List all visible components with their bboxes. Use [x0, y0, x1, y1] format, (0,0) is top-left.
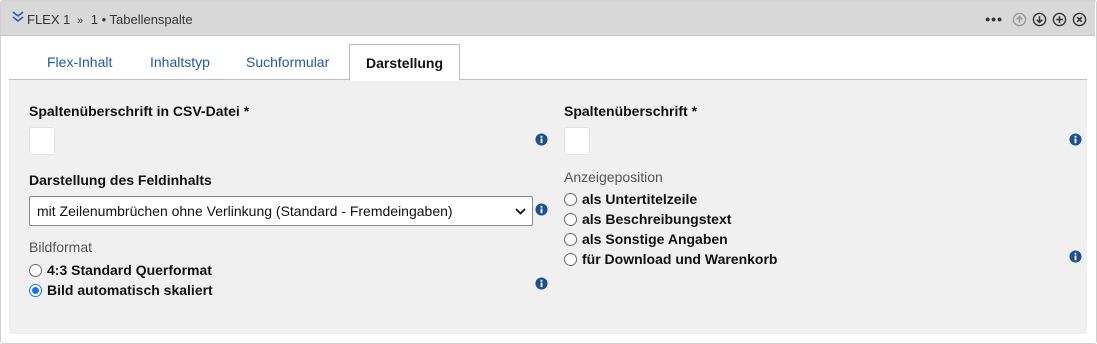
radio-button-checked[interactable]: [29, 283, 42, 297]
info-icon[interactable]: [1069, 133, 1082, 146]
radio-button[interactable]: [564, 192, 577, 206]
radio-button[interactable]: [564, 252, 577, 266]
radio-button[interactable]: [564, 212, 577, 226]
more-options-icon[interactable]: •••: [985, 12, 1003, 26]
display-label: Darstellung des Feldinhalts: [29, 172, 212, 188]
breadcrumb: FLEX 1 » 1 • Tabellenspalte: [27, 12, 193, 27]
radio-label: für Download und Warenkorb: [582, 251, 778, 267]
radio-label: als Untertitelzeile: [582, 191, 698, 207]
info-icon[interactable]: [535, 133, 548, 146]
image-format-option[interactable]: 4:3 Standard Querformat: [29, 261, 212, 279]
position-option[interactable]: als Sonstige Angaben: [564, 230, 728, 248]
display-select[interactable]: mit Zeilenumbrüchen ohne Verlinkung (Sta…: [29, 196, 533, 226]
move-down-icon[interactable]: [1032, 12, 1047, 27]
position-label: Anzeigeposition: [564, 169, 663, 185]
info-icon[interactable]: [535, 203, 548, 216]
info-icon[interactable]: [1069, 250, 1082, 263]
flex-subtitle: 1 • Tabellenspalte: [90, 12, 193, 27]
tab-inhaltstyp[interactable]: Inhaltstyp: [150, 44, 210, 80]
image-format-label: Bildformat: [29, 239, 93, 255]
position-option[interactable]: als Beschreibungstext: [564, 210, 731, 228]
header-actions: •••: [985, 11, 1087, 27]
radio-label: als Beschreibungstext: [582, 211, 732, 227]
radio-button[interactable]: [29, 263, 42, 277]
csv-heading-label: Spaltenüberschrift in CSV-Datei *: [29, 103, 250, 119]
display-select-value: mit Zeilenumbrüchen ohne Verlinkung (Sta…: [37, 203, 453, 219]
tab-bar: Flex-Inhalt Inhaltstyp Suchformular Dars…: [9, 44, 1087, 81]
flex-title: FLEX 1: [27, 12, 71, 27]
tab-suchformular[interactable]: Suchformular: [246, 44, 329, 80]
panel-header: FLEX 1 » 1 • Tabellenspalte •••: [1, 1, 1095, 36]
csv-heading-input[interactable]: [29, 127, 55, 155]
tab-flex-inhalt[interactable]: Flex-Inhalt: [47, 44, 112, 80]
heading-input[interactable]: [564, 127, 590, 155]
radio-label: Bild automatisch skaliert: [47, 282, 213, 298]
heading-label: Spaltenüberschrift *: [564, 103, 698, 119]
radio-button[interactable]: [564, 232, 577, 246]
close-icon[interactable]: [1072, 12, 1087, 27]
radio-label: als Sonstige Angaben: [582, 231, 728, 247]
settings-panel: Flex-Inhalt Inhaltstyp Suchformular Dars…: [9, 44, 1087, 334]
image-format-option[interactable]: Bild automatisch skaliert: [29, 281, 213, 299]
position-option[interactable]: als Untertitelzeile: [564, 190, 697, 208]
tab-darstellung[interactable]: Darstellung: [349, 44, 461, 81]
add-icon[interactable]: [1052, 12, 1067, 27]
info-icon[interactable]: [535, 277, 548, 290]
radio-label: 4:3 Standard Querformat: [47, 262, 212, 278]
collapse-chevron-icon[interactable]: [11, 10, 25, 24]
breadcrumb-separator: »: [76, 15, 84, 27]
chevron-down-icon: [515, 208, 526, 215]
position-option[interactable]: für Download und Warenkorb: [564, 250, 777, 268]
move-up-icon[interactable]: [1012, 12, 1027, 27]
